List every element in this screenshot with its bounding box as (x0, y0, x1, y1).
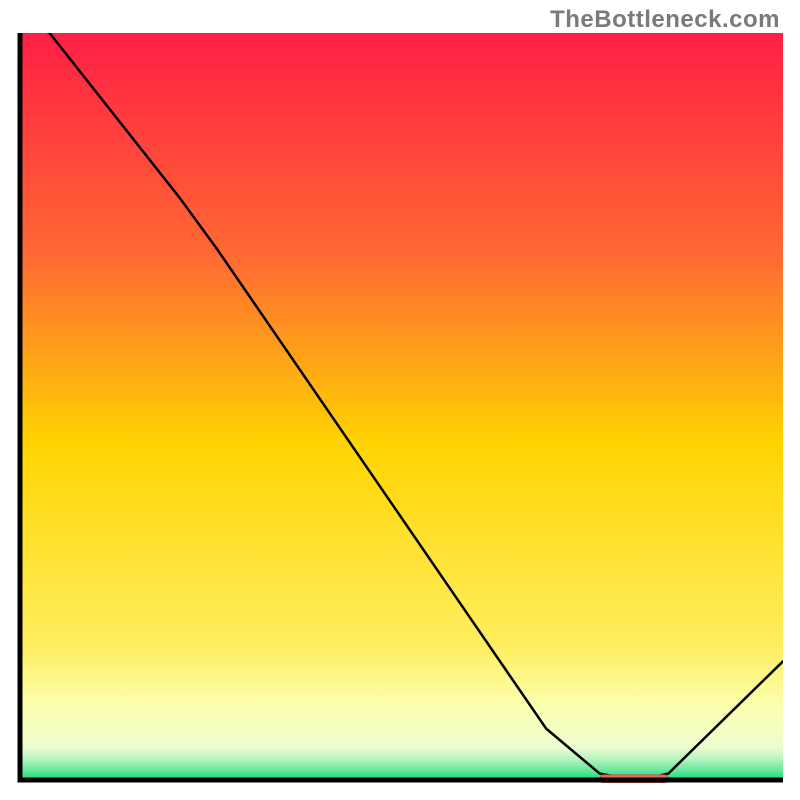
chart-svg (17, 33, 783, 783)
chart-stage: TheBottleneck.com (0, 0, 800, 800)
watermark-text: TheBottleneck.com (550, 6, 780, 34)
plot-area (17, 33, 783, 783)
gradient-background (19, 33, 783, 781)
